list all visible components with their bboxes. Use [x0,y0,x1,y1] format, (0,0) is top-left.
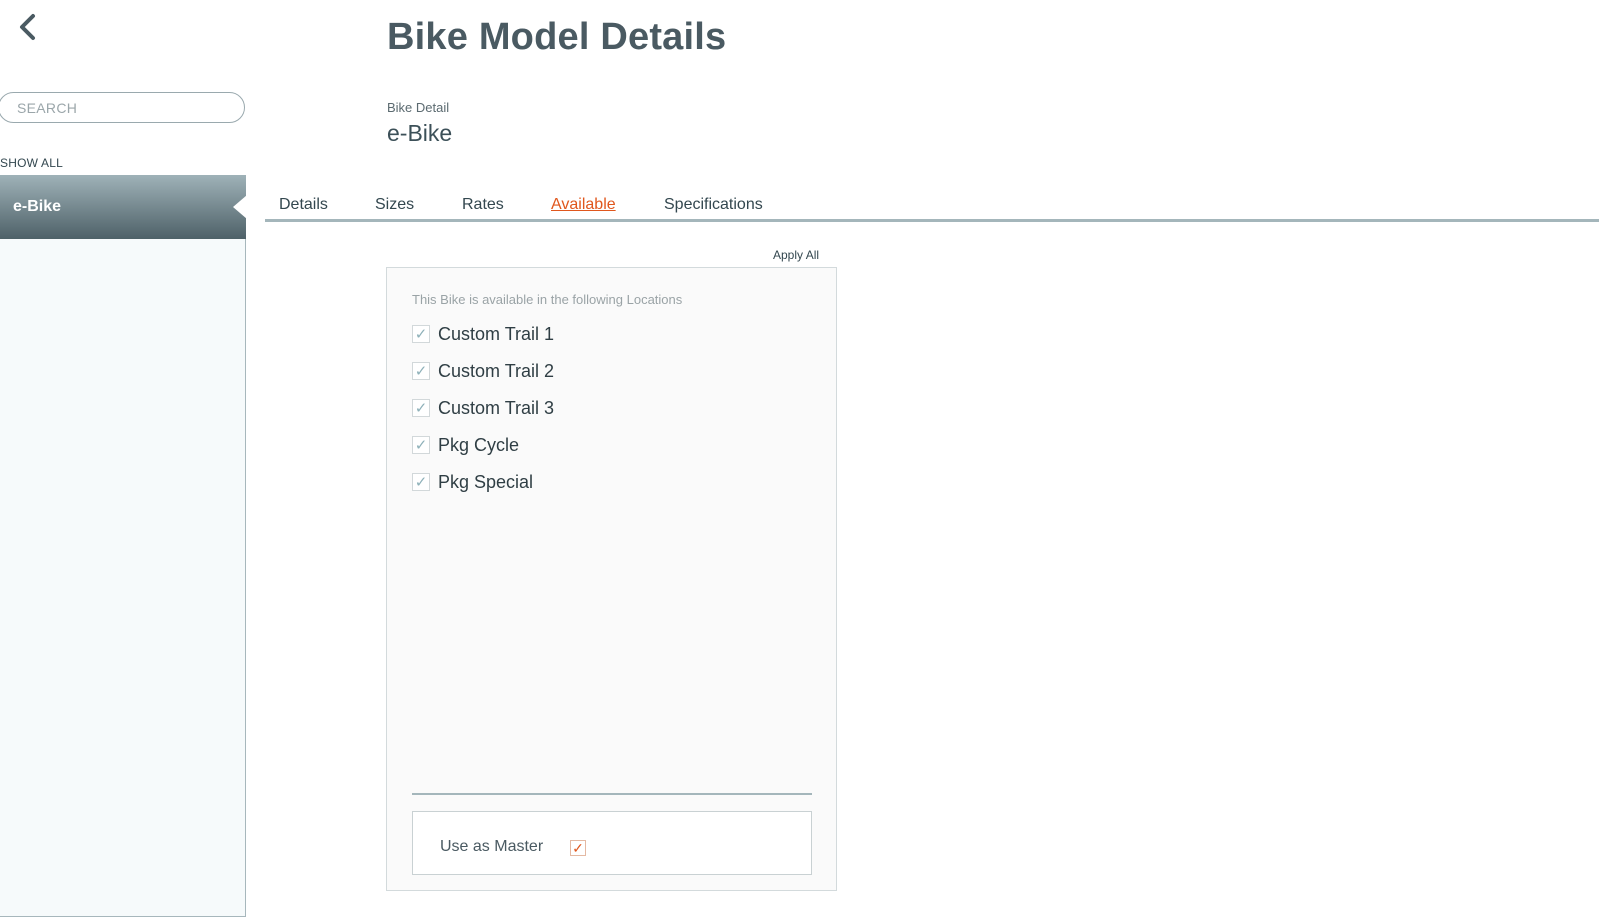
app-page: SHOW ALL e-Bike Bike Model Details Bike … [0,0,1599,920]
check-icon: ✓ [414,473,428,491]
location-checkbox[interactable]: ✓ [412,362,430,380]
location-checkbox[interactable]: ✓ [412,436,430,454]
apply-all-button[interactable]: Apply All [773,248,819,262]
location-checkbox[interactable]: ✓ [412,325,430,343]
location-label: Custom Trail 2 [438,360,555,381]
back-button[interactable] [14,12,42,42]
check-icon: ✓ [572,840,584,856]
show-all-link[interactable]: SHOW ALL [0,156,63,170]
location-label: Pkg Cycle [438,434,520,455]
location-item[interactable]: ✓ Custom Trail 2 [412,358,554,384]
location-label: Custom Trail 1 [438,323,555,344]
page-title: Bike Model Details [387,16,727,58]
chevron-left-icon [20,14,35,40]
detail-value: e-Bike [387,120,453,146]
location-item[interactable]: ✓ Custom Trail 3 [412,395,554,421]
sidebar-item-label: e-Bike [13,198,62,215]
sidebar-list: e-Bike [0,175,247,917]
tab-available[interactable]: Available [551,196,616,214]
check-icon: ✓ [414,325,428,343]
check-icon: ✓ [414,362,428,380]
sidebar-item-e-bike[interactable]: e-Bike [0,175,247,239]
use-as-master-box: Use as Master ✓ [412,811,812,875]
tab-bar: Details Sizes Rates Available Specificat… [265,193,1599,222]
location-label: Pkg Special [438,471,534,492]
check-icon: ✓ [414,436,428,454]
location-checkbox[interactable]: ✓ [412,399,430,417]
tab-details[interactable]: Details [279,196,328,214]
tab-specifications[interactable]: Specifications [664,196,763,214]
location-label: Custom Trail 3 [438,397,555,418]
location-item[interactable]: ✓ Custom Trail 1 [412,321,554,347]
location-item[interactable]: ✓ Pkg Cycle [412,432,519,458]
availability-note: This Bike is available in the following … [412,292,683,307]
panel-divider [412,793,812,795]
use-as-master-label: Use as Master [440,838,544,855]
availability-panel: This Bike is available in the following … [386,267,837,891]
detail-label: Bike Detail [387,100,450,115]
location-item[interactable]: ✓ Pkg Special [412,469,533,495]
search-input[interactable] [0,92,245,123]
use-as-master-checkbox[interactable]: ✓ [570,840,586,856]
tab-rates[interactable]: Rates [462,196,504,214]
check-icon: ✓ [414,399,428,417]
location-checkbox[interactable]: ✓ [412,473,430,491]
tab-sizes[interactable]: Sizes [375,196,414,214]
